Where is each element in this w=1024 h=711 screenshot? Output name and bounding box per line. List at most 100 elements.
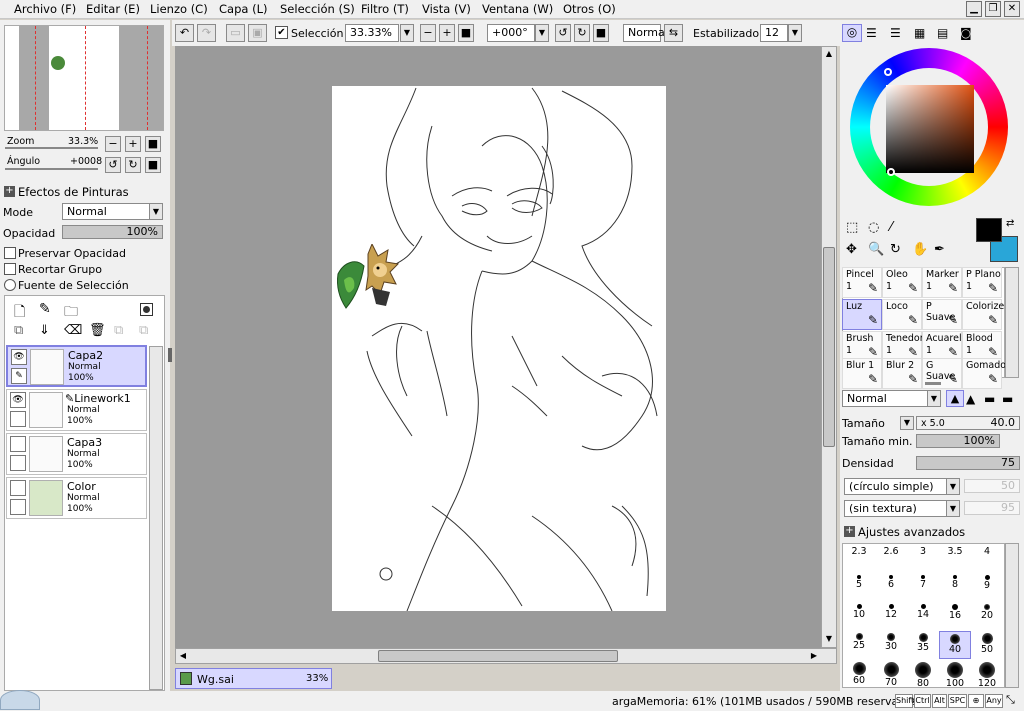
menu-filtro[interactable]: Filtro (T) [361,2,409,16]
brush-size-option[interactable]: 9 [971,573,1003,601]
new-linework-layer-icon[interactable]: ✎ [39,301,51,317]
rotation-dropdown-icon[interactable]: ▼ [535,24,549,42]
brush-size-option[interactable]: 16 [939,602,971,630]
hard-edge-icon[interactable]: ▲ [946,390,964,407]
brush-size-option[interactable]: 70 [875,660,907,688]
brush-size-option[interactable]: 6 [875,573,907,601]
size-bar[interactable]: x 5.0 40.0 [916,416,1020,430]
visibility-checkbox[interactable] [10,480,26,496]
brush-tool-item[interactable]: Blur 2 ✎ [882,358,922,389]
stabilizer-field[interactable]: 12 [760,24,788,42]
brush-size-option[interactable]: 25 [843,631,875,659]
menu-archivo[interactable]: Archivo (F) [14,2,76,16]
clip-group-checkbox[interactable] [4,263,16,275]
brush-size-option[interactable]: 10 [843,602,875,630]
layer-opacity-bar[interactable]: 100% [62,225,163,239]
close-button[interactable]: ✕ [1004,1,1020,17]
horizontal-scroll-thumb[interactable] [378,650,618,662]
stabilizer-dropdown-icon[interactable]: ▼ [788,24,802,42]
zoom-in-button[interactable]: + [439,24,455,42]
menu-vista[interactable]: Vista (V) [422,2,471,16]
copy-layer-icon[interactable]: ⧉ [14,323,23,338]
layer-row[interactable]: 👁 ✎Linework1 Normal 100% [6,389,147,431]
brush-size-option[interactable]: 5 [843,573,875,601]
brush-scrollbar[interactable] [1005,267,1019,378]
drawing-canvas[interactable] [332,86,666,612]
nav-rotate-ccw-button[interactable]: ↺ [105,157,121,173]
brush-tool-item[interactable]: Marker 1 ✎ [922,267,962,298]
advanced-settings-label[interactable]: Ajustes avanzados [858,525,965,539]
brush-tool-item[interactable]: Pincel 1 ✎ [842,267,882,298]
panel-resize-handle[interactable] [168,348,172,362]
brush-size-option[interactable]: 3.5 [939,546,971,566]
shape-amount-bar[interactable]: 50 [964,479,1020,493]
menu-seleccion[interactable]: Selección (S) [280,2,355,16]
brush-lock-icon[interactable]: ✎ [11,368,27,384]
brush-tool-item[interactable]: Gomado ✎ [962,358,1006,389]
layer-row[interactable]: 👁 ✎ Capa2 Normal 100% [6,345,147,387]
nav-zoom-reset-button[interactable]: ■ [145,136,161,152]
primary-color-swatch[interactable] [976,218,1002,242]
brush-size-option[interactable]: 30 [875,631,907,659]
texture-dropdown-icon[interactable]: ▼ [946,500,960,517]
brush-tool-item[interactable]: Oleo 1 ✎ [882,267,922,298]
selection-source-radio[interactable] [4,279,16,291]
rotate-ccw-button[interactable]: ↺ [555,24,571,42]
rotate-cw-button[interactable]: ↻ [574,24,590,42]
brush-size-option[interactable]: 35 [907,631,939,659]
size-multiplier-dropdown-icon[interactable]: ▼ [900,416,914,430]
brush-size-option[interactable]: 14 [907,602,939,630]
brush-mode-select[interactable]: Normal [842,390,930,407]
brush-size-option[interactable]: 2.6 [875,546,907,566]
rotation-field[interactable]: +000° [487,24,535,42]
navigator-preview[interactable] [4,25,164,131]
rotate-tool-icon[interactable]: ↻ [890,242,901,257]
size-palette-scrollbar[interactable] [1005,543,1019,688]
menu-editar[interactable]: Editar (E) [86,2,140,16]
merge-selection-icon[interactable]: ⧉ [114,323,123,338]
nav-rotate-cw-button[interactable]: ↻ [125,157,141,173]
color-mixer-tab-icon[interactable]: ▦ [914,26,925,40]
brush-tool-item[interactable]: Loco ✎ [882,299,922,330]
magic-wand-icon[interactable]: ⁄ [890,220,892,235]
scroll-left-icon[interactable]: ◀ [177,650,189,662]
brush-size-option[interactable]: 80 [907,660,939,689]
redo-button[interactable]: ↷ [197,24,216,42]
rgb-slider-tab-icon[interactable]: ☰ [866,26,877,40]
brush-shape-select[interactable]: (círculo simple) [844,478,948,495]
visibility-eye-icon[interactable]: 👁 [11,349,27,365]
hue-picker-handle[interactable] [884,68,892,76]
zoom-field[interactable]: 33.33% [345,24,399,42]
menu-otros[interactable]: Otros (O) [563,2,616,16]
saturation-value-square[interactable] [886,85,974,173]
clear-layer-icon[interactable]: ⌫ [64,323,82,338]
sv-picker-handle[interactable] [887,168,895,176]
selection-checkbox[interactable]: ✔ [275,26,288,39]
nav-zoom-in-button[interactable]: + [125,136,141,152]
apply-mask-icon[interactable]: ⧉ [139,323,148,338]
brush-tool-item[interactable]: Luz ✎ [842,299,882,330]
hand-icon[interactable]: ✋ [912,242,928,257]
brush-size-option[interactable]: 8 [939,573,971,601]
deselect-button[interactable]: ▭ [226,24,245,42]
layer-mask-icon[interactable] [140,303,153,316]
lock-checkbox[interactable] [10,411,26,427]
brush-tool-item[interactable]: Blur 1 ✎ [842,358,882,389]
canvas-horizontal-scrollbar[interactable]: ◀ ▶ [175,648,837,664]
zoom-slider[interactable] [5,147,98,149]
vertical-scroll-thumb[interactable] [823,247,835,447]
new-folder-icon[interactable]: 🗀 [64,301,78,325]
layer-scrollbar[interactable] [149,346,163,690]
texture-amount-bar[interactable]: 95 [964,501,1020,515]
scroll-right-icon[interactable]: ▶ [808,650,820,662]
brush-texture-select[interactable]: (sin textura) [844,500,948,517]
lock-checkbox[interactable] [10,455,26,471]
lasso-icon[interactable]: ◌ [868,220,879,235]
soft-edge-1-icon[interactable]: ▲ [966,392,975,406]
zoom-tool-icon[interactable]: 🔍 [868,242,884,257]
maximize-button[interactable]: ❐ [985,1,1001,17]
brush-size-option[interactable]: 60 [843,660,875,688]
scratchpad-tab-icon[interactable]: ◙ [960,26,972,40]
eyedropper-icon[interactable]: ✒ [934,242,945,257]
move-icon[interactable]: ✥ [846,242,857,257]
